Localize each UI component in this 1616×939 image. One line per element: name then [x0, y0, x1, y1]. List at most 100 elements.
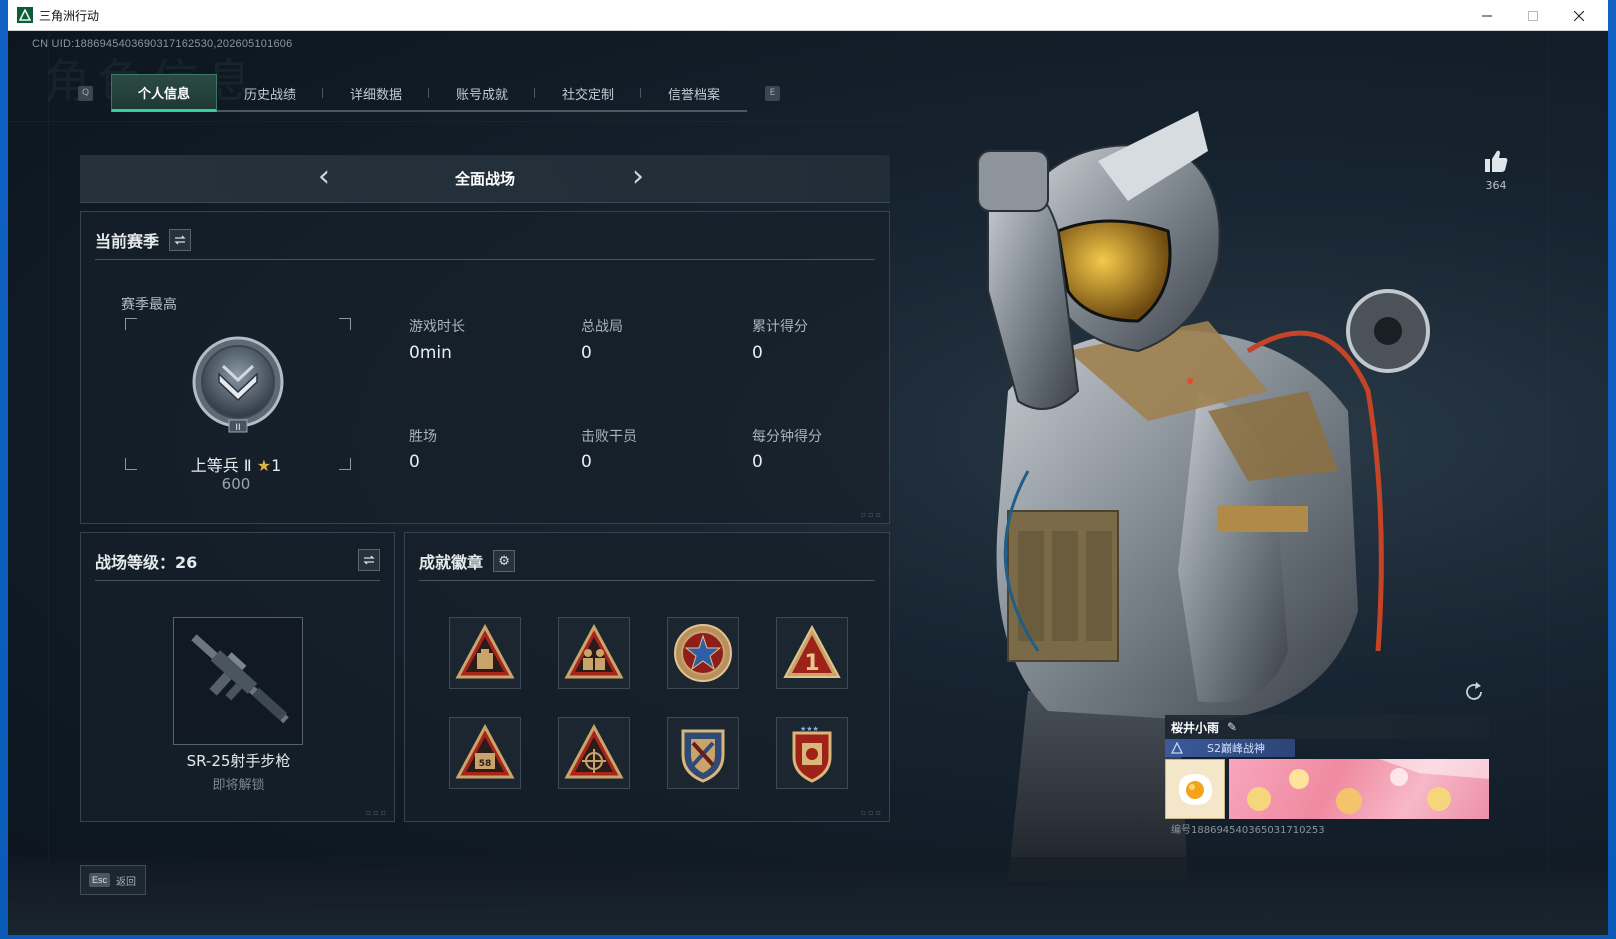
stat-label: 游戏时长: [409, 319, 465, 335]
swap-icon: [363, 555, 375, 565]
panel-divider: [95, 580, 380, 581]
achievement-badge[interactable]: ★★★: [776, 717, 848, 789]
close-button[interactable]: [1556, 0, 1602, 31]
stat-value: 0: [581, 343, 592, 363]
season-switch-button[interactable]: [169, 229, 192, 251]
panel-deco-dots: ▫▫▫: [860, 808, 883, 817]
panel-deco-dots: ▫▫▫: [365, 808, 388, 817]
weapon-image-icon: [173, 617, 303, 745]
tab-label: 社交定制: [561, 87, 614, 103]
player-name: 桜井小雨: [1171, 720, 1220, 735]
minimize-button[interactable]: [1464, 0, 1510, 31]
name-card-banner: [1229, 759, 1489, 819]
triangle-badge-58-icon: 58: [455, 723, 515, 779]
esc-key-hint: Esc: [89, 873, 111, 887]
tab-label: 账号成就: [455, 87, 508, 103]
player-number: 编号188694540365031710253: [1171, 825, 1325, 836]
triangle-badge-target-icon: [564, 723, 624, 779]
badges-settings-button[interactable]: ⚙: [493, 550, 516, 572]
season-best-label: 赛季最高: [121, 297, 177, 313]
season-title: 当前赛季: [95, 232, 160, 251]
stat-label: 累计得分: [752, 319, 808, 335]
back-label: 返回: [116, 876, 137, 888]
stat-value: 0: [752, 452, 763, 472]
tab-achievements[interactable]: 账号成就: [429, 74, 535, 112]
weapon-status: 即将解锁: [212, 778, 265, 793]
tab-history[interactable]: 历史战绩: [217, 74, 323, 112]
thumbs-up-icon: [1485, 150, 1508, 172]
shield-badge-wrench-icon: [681, 729, 725, 783]
tab-personal-info[interactable]: 个人信息: [111, 74, 217, 112]
tab-strip: 个人信息 历史战绩 详细数据 账号成就 社交定制 信誉档案: [111, 74, 747, 112]
achievement-badge[interactable]: [667, 617, 739, 689]
rank-star-icon: ★: [256, 456, 272, 475]
tab-navigation: Q 个人信息 历史战绩 详细数据 账号成就 社交定制 信誉档案 E: [78, 73, 780, 113]
achievement-badge[interactable]: 1: [776, 617, 848, 689]
weapon-name: SR-25射手步枪: [186, 752, 291, 770]
triangle-badge-soldiers-icon: [564, 623, 624, 679]
prev-tab-key-hint[interactable]: Q: [78, 85, 93, 101]
badges-title: 成就徽章: [419, 553, 484, 572]
stat-label: 总战局: [581, 319, 623, 335]
rank-name-row: 上等兵 Ⅱ ★1: [141, 452, 331, 476]
stat-value: 0min: [409, 343, 452, 363]
svg-text:1: 1: [804, 651, 819, 676]
app-logo-icon: [17, 7, 33, 23]
tab-social[interactable]: 社交定制: [535, 74, 641, 112]
uid-text: CN UID:1886945403690317162530,2026051016…: [32, 38, 293, 50]
game-viewport: 角色信息 CN UID:1886945403690317162530,20260…: [8, 31, 1608, 935]
panel-deco-dots: ▫▫▫: [860, 510, 883, 519]
refresh-icon: [1466, 682, 1482, 700]
prev-mode-arrow-icon[interactable]: ‹: [318, 159, 330, 194]
maximize-button[interactable]: [1510, 0, 1556, 31]
desktop-frame: 三角洲行动 角色信息 CN UID:1886945403690317162530…: [0, 0, 1616, 939]
achievement-badge[interactable]: [558, 717, 630, 789]
player-avatar: [1165, 759, 1225, 819]
bg-grid-line: [1548, 31, 1549, 935]
panel-divider: [419, 580, 875, 581]
stat-value: 0: [752, 343, 763, 363]
level-switch-button[interactable]: [358, 549, 380, 571]
next-mode-arrow-icon[interactable]: ›: [632, 159, 644, 194]
level-panel: 战场等级：26 SR-25射手步枪 即将解锁 ▫▫▫: [80, 532, 395, 822]
rank-score: 600: [221, 475, 251, 493]
back-button[interactable]: Esc 返回: [80, 865, 146, 895]
achievement-badge[interactable]: [667, 717, 739, 789]
panel-divider: [95, 259, 875, 260]
refresh-button[interactable]: [1463, 681, 1485, 703]
frame-corner: [339, 458, 351, 470]
rank-name: 上等兵 Ⅱ: [190, 456, 252, 475]
achievement-badge[interactable]: [449, 617, 521, 689]
window-titlebar: 三角洲行动: [8, 0, 1608, 31]
like-widget[interactable]: 364: [1476, 149, 1516, 192]
tab-label: 详细数据: [349, 87, 402, 103]
rank-emblem-icon: II: [189, 336, 287, 434]
bg-grid-line: [8, 121, 908, 122]
stat-label: 每分钟得分: [752, 429, 822, 445]
svg-text:58: 58: [479, 759, 492, 769]
rank-stars: 1: [271, 456, 282, 475]
season-panel: 当前赛季 赛季最高 II 上等兵 Ⅱ ★1 600 游戏时长 0min 总战局 …: [80, 211, 890, 524]
next-tab-key-hint[interactable]: E: [765, 85, 780, 101]
edit-name-icon[interactable]: ✎: [1227, 720, 1237, 734]
mode-selector: ‹ 全面战场 ›: [80, 155, 890, 203]
tab-detailed-data[interactable]: 详细数据: [323, 74, 429, 112]
swap-icon: [174, 235, 186, 245]
stat-value: 0: [581, 452, 592, 472]
player-name-card[interactable]: 桜井小雨 ✎ S2巅峰战神 编号188694540365031710253: [1165, 715, 1489, 836]
frame-corner: [125, 318, 137, 330]
star-round-badge-icon: [674, 624, 732, 682]
like-count: 364: [1485, 179, 1507, 192]
player-name-row: 桜井小雨 ✎: [1165, 715, 1489, 739]
fried-egg-icon: [1178, 773, 1213, 805]
bg-grid-line: [48, 31, 49, 935]
achievement-badge[interactable]: 58: [449, 717, 521, 789]
achievement-badge[interactable]: [558, 617, 630, 689]
gear-icon: ⚙: [498, 553, 510, 569]
title-tag-icon: [1171, 742, 1183, 754]
tab-reputation[interactable]: 信誉档案: [641, 74, 747, 112]
frame-corner: [339, 318, 351, 330]
footer-bar: [8, 857, 1608, 935]
tab-label: 历史战绩: [243, 87, 296, 103]
player-title-tag: S2巅峰战神: [1165, 739, 1295, 757]
